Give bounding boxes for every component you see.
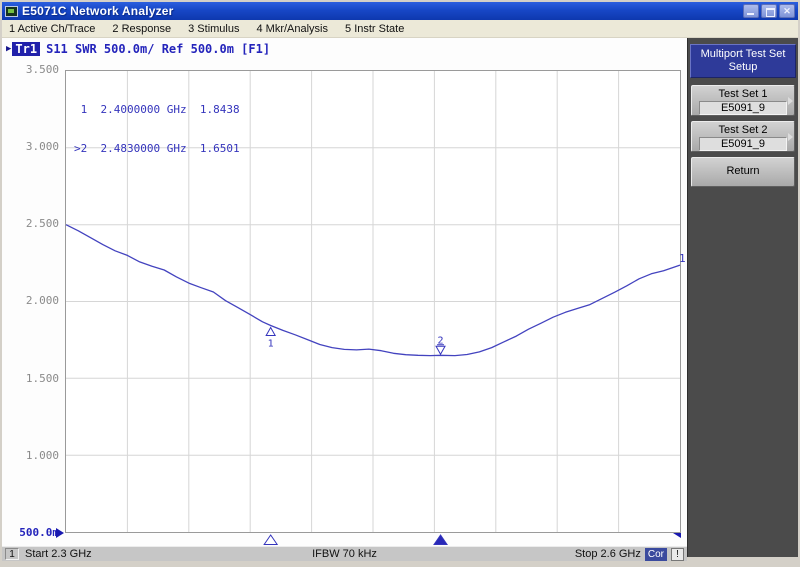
marker-2-readout: >2 2.4830000 GHz 1.6501 (74, 142, 240, 155)
softkey-value: E5091_9 (699, 137, 787, 151)
marker-2-stimulus-indicator[interactable] (433, 534, 448, 545)
ifbw-value: IFBW 70 kHz (312, 548, 377, 560)
graticule: 112 1 2.4000000 GHz 1.8438 >2 2.4830000 … (65, 70, 686, 545)
instrument-alert-indicator: ! (671, 547, 685, 561)
trace-selector-tr1[interactable]: Tr1 (12, 41, 41, 56)
start-frequency: Start 2.3 GHz (25, 548, 92, 560)
reference-level-label: 500.0m (19, 526, 59, 539)
marker-1-symbol[interactable] (265, 326, 277, 337)
status-bar: 1 Start 2.3 GHz IFBW 70 kHz Stop 2.6 GHz… (2, 546, 687, 561)
trace-format-text: S11 SWR 500.0m/ Ref 500.0m [F1] (46, 41, 271, 56)
window-controls (743, 4, 795, 18)
menu-mkr-analysis[interactable]: 4 Mkr/Analysis (256, 23, 328, 35)
softkey-value: E5091_9 (699, 101, 787, 115)
softkey-label: Return (726, 165, 760, 177)
stop-frequency: Stop 2.6 GHz (574, 548, 641, 560)
window-title: E5071C Network Analyzer (22, 4, 174, 18)
menu-instr-state[interactable]: 5 Instr State (345, 23, 404, 35)
menu-response[interactable]: 2 Response (112, 23, 171, 35)
trace-status-bar: ▶ Tr1 S11 SWR 500.0m/ Ref 500.0m [F1] (6, 41, 270, 56)
submenu-arrow-icon (788, 133, 793, 141)
y-axis-label: 1.500 (25, 372, 59, 385)
softkey-return[interactable]: Return (691, 157, 795, 187)
y-axis-label: 1.000 (25, 449, 59, 462)
menu-stimulus[interactable]: 3 Stimulus (188, 23, 239, 35)
correction-status-badge: Cor (644, 547, 668, 561)
softkey-menu-title: Multiport Test Set Setup (690, 44, 796, 78)
minimize-button[interactable] (743, 4, 759, 18)
menu-active-ch-trace[interactable]: 1 Active Ch/Trace (9, 23, 95, 35)
app-icon[interactable] (5, 5, 18, 17)
marker-2-symbol[interactable] (435, 345, 446, 356)
trace-number-label: 1 (679, 252, 686, 265)
active-trace-arrow-icon: ▶ (6, 43, 12, 54)
channel-number-box: 1 (5, 548, 19, 560)
y-axis-label: 2.500 (25, 217, 59, 230)
restore-button[interactable] (761, 4, 777, 18)
marker-1-stimulus-indicator[interactable] (263, 534, 279, 545)
analyzer-screen: ▶ Tr1 S11 SWR 500.0m/ Ref 500.0m [F1] 3.… (2, 38, 687, 546)
analyzer-window: E5071C Network Analyzer 1 Active Ch/Trac… (0, 0, 800, 567)
marker-1-number: 1 (268, 339, 274, 350)
close-button[interactable] (779, 4, 795, 18)
softkey-label: Test Set 2 (718, 124, 768, 136)
marker-1-readout: 1 2.4000000 GHz 1.8438 (74, 103, 240, 116)
softkey-sidebar: Multiport Test Set Setup Test Set 1 E509… (687, 38, 798, 557)
softkey-test-set-1[interactable]: Test Set 1 E5091_9 (691, 85, 795, 116)
y-axis-label: 3.500 (25, 63, 59, 76)
submenu-arrow-icon (788, 97, 793, 105)
y-axis-label: 3.000 (25, 140, 59, 153)
softkey-test-set-2[interactable]: Test Set 2 E5091_9 (691, 121, 795, 152)
menu-bar: 1 Active Ch/Trace 2 Response 3 Stimulus … (2, 20, 798, 38)
y-axis-label: 2.000 (25, 294, 59, 307)
softkey-label: Test Set 1 (718, 88, 768, 100)
marker-readout: 1 2.4000000 GHz 1.8438 >2 2.4830000 GHz … (74, 77, 240, 181)
reference-level-arrow-left-icon (56, 528, 64, 538)
title-bar: E5071C Network Analyzer (2, 2, 798, 20)
